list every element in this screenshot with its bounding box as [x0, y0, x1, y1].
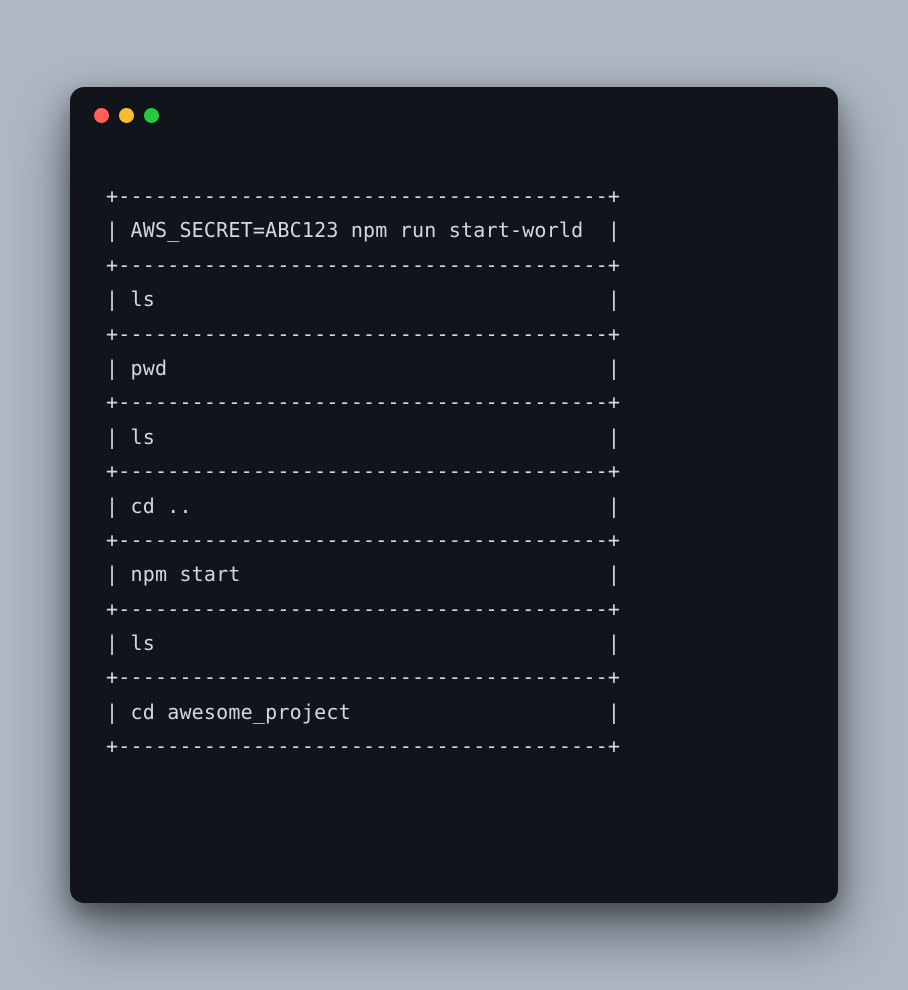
terminal-window: +---------------------------------------… [70, 87, 838, 903]
minimize-icon[interactable] [119, 108, 134, 123]
close-icon[interactable] [94, 108, 109, 123]
titlebar [70, 87, 838, 143]
maximize-icon[interactable] [144, 108, 159, 123]
terminal-output[interactable]: +---------------------------------------… [70, 143, 838, 903]
